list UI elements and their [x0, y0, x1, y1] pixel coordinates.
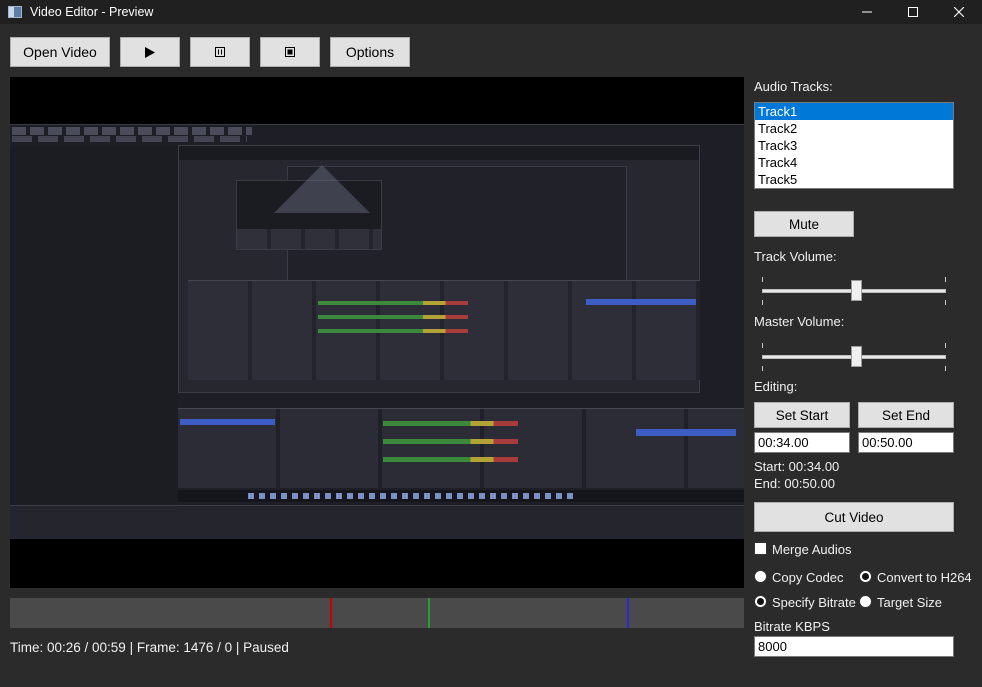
- close-button[interactable]: [936, 0, 982, 24]
- maximize-icon: [908, 7, 918, 17]
- open-video-button[interactable]: Open Video: [10, 37, 110, 67]
- window-controls: [844, 0, 982, 24]
- play-button[interactable]: [120, 37, 180, 67]
- track-volume-label: Track Volume:: [754, 249, 837, 264]
- stop-button[interactable]: [260, 37, 320, 67]
- convert-h264-label[interactable]: Convert to H264: [877, 570, 972, 585]
- stop-icon: [285, 47, 295, 57]
- app-icon: [8, 6, 22, 18]
- timeline-marker-end: [627, 598, 629, 628]
- copy-codec-radio[interactable]: [754, 570, 767, 583]
- master-volume-slider[interactable]: [762, 343, 946, 371]
- specify-bitrate-label[interactable]: Specify Bitrate: [772, 595, 856, 610]
- timeline-bar[interactable]: [10, 598, 744, 628]
- close-icon: [954, 7, 964, 17]
- start-time-field[interactable]: 00:34.00: [754, 432, 850, 453]
- maximize-button[interactable]: [890, 0, 936, 24]
- set-start-button[interactable]: Set Start: [754, 402, 850, 428]
- mute-button[interactable]: Mute: [754, 211, 854, 237]
- list-item-track[interactable]: Track3: [755, 137, 953, 154]
- set-end-button[interactable]: Set End: [858, 402, 954, 428]
- timeline-marker-start: [428, 598, 430, 628]
- list-item-track[interactable]: Track2: [755, 120, 953, 137]
- options-button[interactable]: Options: [330, 37, 410, 67]
- list-item-track[interactable]: Track4: [755, 154, 953, 171]
- merge-audios-label[interactable]: Merge Audios: [772, 542, 852, 557]
- status-text: Time: 00:26 / 00:59 | Frame: 1476 / 0 | …: [10, 640, 289, 655]
- end-readout: End: 00:50.00: [754, 476, 835, 491]
- minimize-button[interactable]: [844, 0, 890, 24]
- master-volume-thumb[interactable]: [851, 346, 862, 367]
- audio-tracks-label: Audio Tracks:: [754, 79, 833, 94]
- pause-icon: [215, 47, 225, 57]
- start-readout: Start: 00:34.00: [754, 459, 840, 474]
- copy-codec-label[interactable]: Copy Codec: [772, 570, 844, 585]
- editing-label: Editing:: [754, 379, 798, 394]
- pause-button[interactable]: [190, 37, 250, 67]
- window-title: Video Editor - Preview: [30, 5, 154, 19]
- minimize-icon: [862, 11, 872, 13]
- bitrate-field[interactable]: 8000: [754, 636, 954, 657]
- audio-tracks-list[interactable]: Track1 Track2 Track3 Track4 Track5: [754, 102, 954, 189]
- master-volume-label: Master Volume:: [754, 314, 845, 329]
- target-size-label[interactable]: Target Size: [877, 595, 942, 610]
- title-bar: Video Editor - Preview: [0, 0, 982, 24]
- bitrate-label: Bitrate KBPS: [754, 619, 830, 634]
- merge-audios-checkbox[interactable]: [754, 542, 767, 555]
- track-volume-thumb[interactable]: [851, 280, 862, 301]
- end-time-field[interactable]: 00:50.00: [858, 432, 954, 453]
- video-preview[interactable]: [10, 77, 744, 588]
- play-icon: [145, 46, 155, 58]
- convert-h264-radio[interactable]: [859, 570, 872, 583]
- target-size-radio[interactable]: [859, 595, 872, 608]
- track-volume-slider[interactable]: [762, 277, 946, 305]
- list-item-track[interactable]: Track5: [755, 171, 953, 188]
- specify-bitrate-radio[interactable]: [754, 595, 767, 608]
- timeline-marker-current: [330, 598, 332, 628]
- list-item-track[interactable]: Track1: [755, 103, 953, 120]
- video-frame: [10, 124, 744, 539]
- cut-video-button[interactable]: Cut Video: [754, 502, 954, 532]
